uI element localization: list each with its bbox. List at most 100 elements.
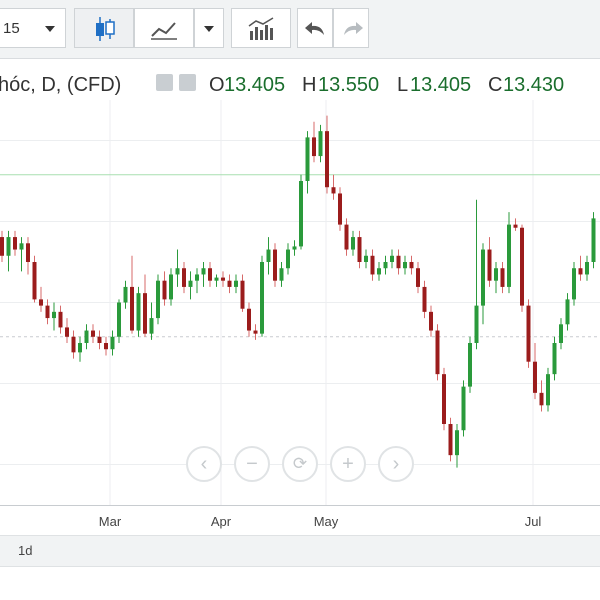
candle-body (253, 330, 258, 334)
scroll-forward-button[interactable]: › (378, 446, 414, 482)
candle-body (71, 336, 76, 353)
candle-body (130, 286, 134, 331)
candle-body (520, 227, 524, 306)
chart-type-dropdown[interactable] (194, 8, 224, 48)
candle-body (91, 330, 95, 337)
candle-body (13, 237, 17, 250)
zoom-in-button[interactable]: + (330, 446, 366, 482)
low-value: 13.405 (410, 74, 472, 96)
candle-body (45, 305, 50, 319)
x-tick-apr: Apr (210, 514, 232, 529)
candle-body (331, 187, 336, 194)
open-value: 13.405 (224, 74, 286, 96)
zoom-out-button[interactable]: − (234, 446, 270, 482)
undo-icon (305, 22, 324, 35)
candle-body (221, 277, 225, 281)
candle-body (416, 268, 420, 287)
reset-zoom-button[interactable]: ⟳ (282, 446, 318, 482)
candle-body (6, 237, 11, 256)
candlestick-icon (96, 17, 115, 41)
candle-body (247, 308, 251, 331)
candle-body (533, 361, 537, 393)
candle-body (344, 224, 349, 250)
candle-body (494, 268, 498, 281)
candle-body (299, 181, 303, 247)
time-axis[interactable]: Mar Apr May Jul (0, 505, 600, 536)
candle-body (208, 268, 212, 281)
candle-body (409, 262, 414, 269)
candle-body (65, 327, 69, 337)
indicators-button[interactable] (231, 8, 291, 48)
candle-body (364, 255, 368, 262)
candle-body (182, 268, 186, 287)
candle-body (377, 268, 381, 275)
candle-body (546, 374, 550, 406)
candle-body (279, 268, 284, 281)
candle-body (201, 268, 206, 275)
gear-icon[interactable] (179, 74, 196, 91)
candle-body (474, 305, 479, 343)
candle-body (305, 137, 310, 181)
candle-body (370, 255, 375, 275)
chart-type-line-button[interactable] (134, 8, 194, 48)
candle-body (338, 193, 342, 225)
candle-body (214, 277, 219, 281)
candle-body (383, 262, 388, 269)
chevron-down-icon (45, 26, 55, 32)
candle-body (123, 286, 128, 303)
candle-body (136, 293, 141, 331)
x-tick-mar: Mar (98, 514, 122, 529)
x-tick-may: May (313, 514, 339, 529)
interval-value: 15 (3, 20, 20, 37)
candle-body (318, 131, 323, 157)
candle-body (169, 274, 173, 300)
candle-body (357, 237, 362, 262)
candle-body (435, 330, 440, 375)
candle-body (572, 268, 576, 300)
candle-body (58, 311, 63, 328)
candle-body (442, 374, 446, 424)
range-1d[interactable]: 1d (18, 543, 32, 558)
indicators-icon (248, 17, 274, 40)
candle-body (286, 249, 290, 269)
chart-type-candles-button[interactable] (74, 8, 134, 48)
candle-body (390, 255, 394, 262)
low-label: L (397, 74, 409, 96)
candle-body (351, 237, 355, 250)
candle-body (97, 336, 102, 343)
candle-body (227, 280, 232, 287)
candle-body (292, 246, 297, 250)
chevron-down-icon (204, 26, 214, 32)
candle-body (552, 343, 557, 375)
candle-body (26, 243, 30, 262)
candle-body (487, 249, 492, 281)
scroll-back-button[interactable]: ‹ (186, 446, 222, 482)
redo-button[interactable] (333, 8, 369, 48)
candle-body (312, 137, 316, 157)
candle-body (84, 330, 89, 343)
candle-body (143, 293, 147, 334)
candle-body (266, 249, 271, 262)
candle-body (559, 324, 563, 343)
eye-icon[interactable] (156, 74, 173, 91)
candle-body (195, 274, 199, 281)
candle-body (0, 237, 4, 256)
candle-body (19, 243, 24, 250)
range-bar: 1d (0, 535, 600, 567)
close-label: C (488, 74, 503, 96)
candle-body (396, 255, 401, 269)
undo-button[interactable] (297, 8, 333, 48)
candle-body (500, 268, 505, 287)
candle-body (162, 280, 167, 300)
close-value: 13.430 (503, 74, 565, 96)
candle-body (117, 302, 121, 337)
candle-body (273, 249, 277, 281)
candle-body (39, 299, 43, 306)
candle-body (149, 318, 154, 334)
line-chart-icon (151, 22, 177, 40)
candle-body (461, 386, 466, 431)
candle-body (455, 430, 459, 456)
candle-body (539, 392, 544, 406)
price-chart[interactable] (0, 100, 600, 505)
interval-selector[interactable]: 15 (0, 8, 66, 48)
